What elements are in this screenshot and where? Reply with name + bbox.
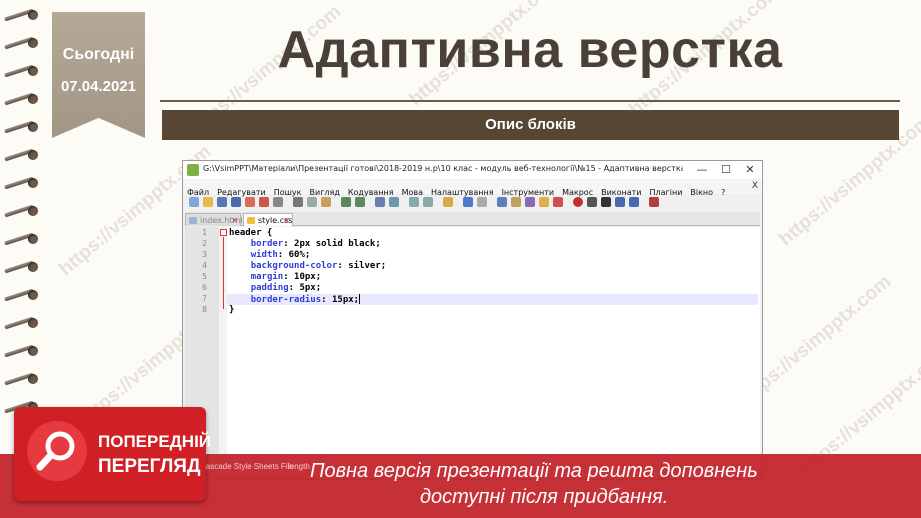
file-icon — [247, 217, 255, 224]
zoom-in-icon[interactable] — [409, 197, 419, 207]
code-line: border-radius: 15px; — [250, 294, 361, 305]
file-icon — [189, 217, 197, 224]
notepad-window: G:\VsimPPT\Матеріали\Презентації готові\… — [182, 160, 763, 480]
paste-icon[interactable] — [321, 197, 331, 207]
indent-guide-icon[interactable] — [497, 197, 507, 207]
close-all-icon[interactable] — [259, 197, 269, 207]
text-caret — [359, 294, 361, 304]
spell-check-icon[interactable] — [649, 197, 659, 207]
undo-icon[interactable] — [341, 197, 351, 207]
fold-guide — [223, 237, 224, 309]
cut-icon[interactable] — [293, 197, 303, 207]
open-file-icon[interactable] — [203, 197, 213, 207]
banner-message-line2: доступні після придбання. — [420, 486, 669, 508]
line-number: 5 — [202, 272, 207, 281]
function-list-icon[interactable] — [525, 197, 535, 207]
line-number: 1 — [202, 228, 207, 237]
title-divider — [160, 100, 900, 102]
magnifier-icon — [27, 421, 87, 481]
word-wrap-icon[interactable] — [463, 197, 473, 207]
code-line: header { — [229, 228, 273, 238]
code-line: margin: 10px; — [250, 272, 322, 282]
slide-title: Адаптивна верстка — [277, 21, 783, 79]
redo-icon[interactable] — [355, 197, 365, 207]
new-file-icon[interactable] — [189, 197, 199, 207]
code-line: border: 2px solid black; — [250, 239, 381, 249]
save-all-icon[interactable] — [231, 197, 241, 207]
close-button[interactable]: ✕ — [739, 162, 761, 178]
monitor-icon[interactable] — [553, 197, 563, 207]
zoom-out-icon[interactable] — [423, 197, 433, 207]
play-macro-icon[interactable] — [601, 197, 611, 207]
slide: https://vsimpptx.com https://vsimpptx.co… — [0, 0, 921, 518]
code-line: background-color: silver; — [250, 261, 387, 271]
sync-scroll-icon[interactable] — [443, 197, 453, 207]
menu-bar: Файл Редагувати Пошук Вигляд Кодування Мова На… — [183, 180, 762, 197]
status-length: length — [288, 462, 310, 471]
close-tab-icon[interactable]: ✕ — [283, 214, 290, 227]
close-doc-icon[interactable]: X — [752, 181, 758, 191]
code-line: padding: 5px; — [250, 283, 322, 293]
magnifier-glyph — [36, 431, 75, 471]
window-title: G:\VsimPPT\Матеріали\Презентації готові\… — [203, 164, 683, 173]
record-macro-icon[interactable] — [573, 197, 583, 207]
save-macro-icon[interactable] — [629, 197, 639, 207]
code-line: width: 60%; — [250, 250, 311, 260]
tab-index-html[interactable]: index.html ✕ — [185, 213, 243, 227]
toolbar — [185, 195, 760, 211]
date-value: 07.04.2021 — [60, 78, 137, 95]
run-macro-multiple-icon[interactable] — [615, 197, 625, 207]
date-ribbon — [52, 12, 145, 138]
line-number: 3 — [202, 250, 207, 259]
save-icon[interactable] — [217, 197, 227, 207]
doc-map-icon[interactable] — [511, 197, 521, 207]
line-number: 2 — [202, 239, 207, 248]
badge-label-top: ПОПЕРЕДНІЙ — [98, 432, 212, 451]
notepad-app-icon — [187, 164, 199, 176]
minimize-button[interactable]: — — [691, 162, 713, 178]
code-editor[interactable]: 1 2 3 4 5 6 7 8 header { border: 2px sol… — [185, 227, 760, 473]
find-icon[interactable] — [375, 197, 385, 207]
window-titlebar: G:\VsimPPT\Матеріали\Презентації готові\… — [183, 161, 762, 179]
fold-toggle-icon[interactable] — [220, 229, 227, 236]
close-file-icon[interactable] — [245, 197, 255, 207]
status-file-type: Cascade Style Sheets File — [200, 462, 294, 471]
line-number: 4 — [202, 261, 207, 270]
code-line: } — [229, 305, 235, 315]
show-all-icon[interactable] — [477, 197, 487, 207]
line-number: 6 — [202, 283, 207, 292]
badge-label-bottom: ПЕРЕГЛЯД — [98, 456, 201, 477]
file-tabs: index.html ✕ style.css ✕ — [185, 212, 760, 226]
print-icon[interactable] — [273, 197, 283, 207]
replace-icon[interactable] — [389, 197, 399, 207]
copy-icon[interactable] — [307, 197, 317, 207]
tab-style-css[interactable]: style.css ✕ — [243, 213, 293, 226]
date-label: Сьогодні — [62, 46, 135, 63]
stop-macro-icon[interactable] — [587, 197, 597, 207]
close-tab-icon[interactable]: ✕ — [231, 214, 238, 227]
folder-workspace-icon[interactable] — [539, 197, 549, 207]
maximize-button[interactable]: ☐ — [715, 162, 737, 178]
slide-subtitle: Опис блоків — [162, 110, 899, 140]
line-number: 8 — [202, 305, 207, 314]
line-number: 7 — [202, 294, 207, 303]
banner-message-line1: Повна версія презентації та решта доповн… — [310, 460, 758, 482]
